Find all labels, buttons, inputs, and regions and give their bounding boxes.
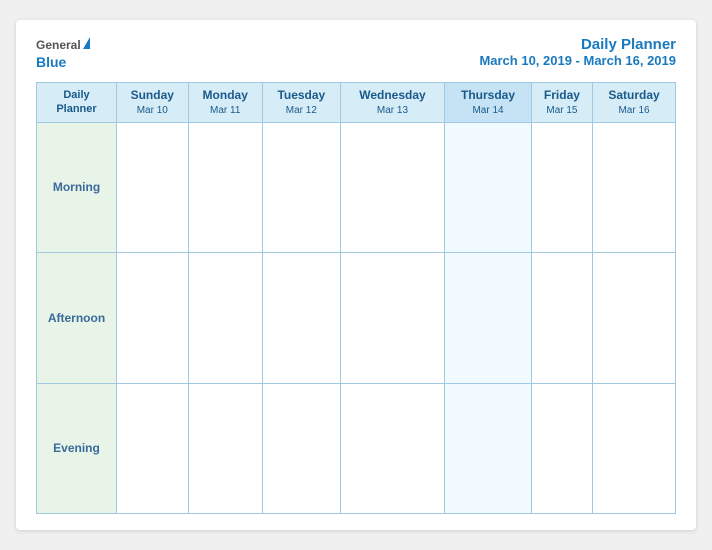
friday-name: Friday [535,88,589,104]
planner-title: Daily Planner [479,36,676,53]
afternoon-saturday[interactable] [593,253,676,383]
planner-page: General Blue Daily Planner March 10, 201… [16,20,696,530]
header-wednesday: Wednesday Mar 13 [340,83,444,123]
logo-general: General [36,38,81,52]
logo-triangle-icon [83,37,90,49]
tuesday-name: Tuesday [266,88,337,104]
sunday-name: Sunday [120,88,185,104]
header-monday: Monday Mar 11 [188,83,262,123]
label-header-line1: Daily [40,88,113,102]
afternoon-tuesday[interactable] [262,253,340,383]
tuesday-date: Mar 12 [266,104,337,117]
saturday-date: Mar 16 [596,104,672,117]
evening-label: Evening [37,383,117,513]
wednesday-name: Wednesday [344,88,441,104]
evening-thursday[interactable] [445,383,532,513]
evening-monday[interactable] [188,383,262,513]
morning-row: Morning [37,122,676,252]
thursday-name: Thursday [448,88,528,104]
logo-blue: Blue [36,54,66,70]
thursday-date: Mar 14 [448,104,528,117]
afternoon-label: Afternoon [37,253,117,383]
wednesday-date: Mar 13 [344,104,441,117]
afternoon-row: Afternoon [37,253,676,383]
afternoon-wednesday[interactable] [340,253,444,383]
header: General Blue Daily Planner March 10, 201… [36,36,676,72]
evening-sunday[interactable] [117,383,189,513]
header-friday: Friday Mar 15 [531,83,592,123]
header-sunday: Sunday Mar 10 [117,83,189,123]
label-header-line2: Planner [40,102,113,116]
evening-friday[interactable] [531,383,592,513]
morning-label: Morning [37,122,117,252]
header-row: Daily Planner Sunday Mar 10 Monday Mar 1… [37,83,676,123]
friday-date: Mar 15 [535,104,589,117]
morning-monday[interactable] [188,122,262,252]
header-saturday: Saturday Mar 16 [593,83,676,123]
morning-friday[interactable] [531,122,592,252]
saturday-name: Saturday [596,88,672,104]
sunday-date: Mar 10 [120,104,185,117]
label-header: Daily Planner [37,83,117,123]
header-tuesday: Tuesday Mar 12 [262,83,340,123]
morning-wednesday[interactable] [340,122,444,252]
monday-date: Mar 11 [192,104,259,117]
morning-saturday[interactable] [593,122,676,252]
afternoon-thursday[interactable] [445,253,532,383]
evening-saturday[interactable] [593,383,676,513]
logo-area: General Blue [36,36,90,72]
afternoon-friday[interactable] [531,253,592,383]
title-area: Daily Planner March 10, 2019 - March 16,… [479,36,676,68]
header-thursday: Thursday Mar 14 [445,83,532,123]
evening-tuesday[interactable] [262,383,340,513]
monday-name: Monday [192,88,259,104]
calendar-table: Daily Planner Sunday Mar 10 Monday Mar 1… [36,82,676,514]
morning-sunday[interactable] [117,122,189,252]
afternoon-monday[interactable] [188,253,262,383]
date-range: March 10, 2019 - March 16, 2019 [479,53,676,68]
logo: General Blue [36,36,90,72]
morning-tuesday[interactable] [262,122,340,252]
evening-row: Evening [37,383,676,513]
evening-wednesday[interactable] [340,383,444,513]
afternoon-sunday[interactable] [117,253,189,383]
morning-thursday[interactable] [445,122,532,252]
